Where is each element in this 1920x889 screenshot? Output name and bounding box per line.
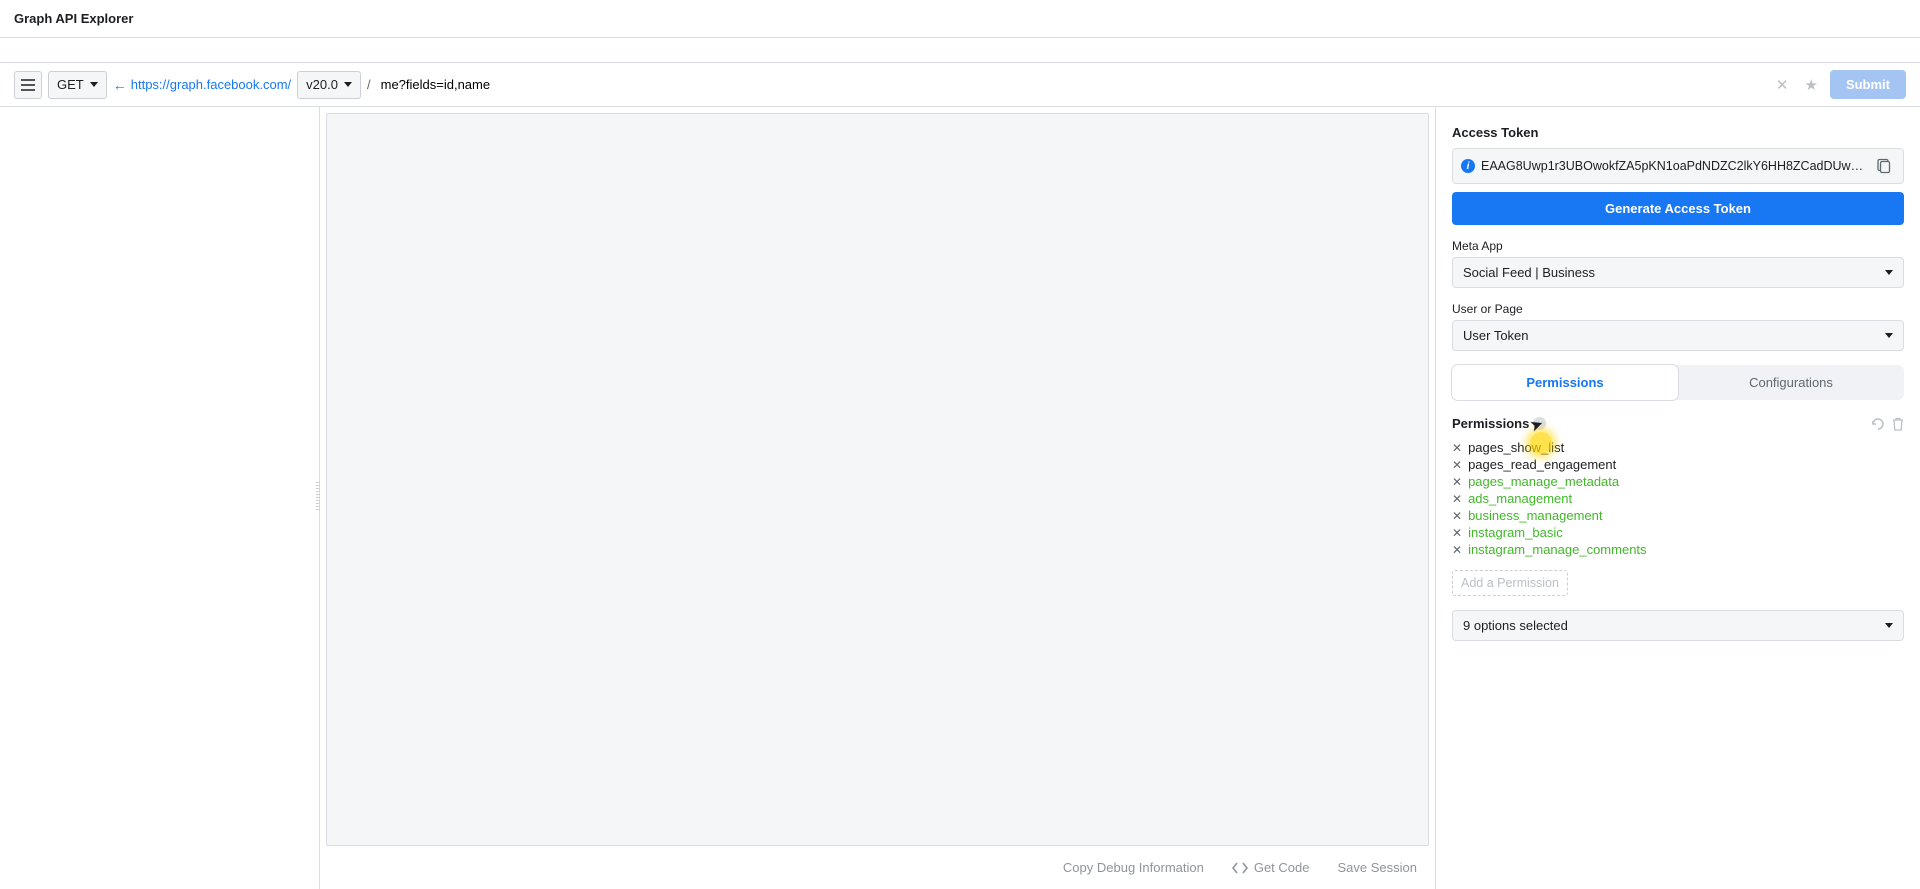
generate-token-button[interactable]: Generate Access Token: [1452, 192, 1904, 225]
hamburger-icon: [21, 79, 35, 91]
user-or-page-select[interactable]: User Token: [1452, 320, 1904, 351]
remove-permission-button[interactable]: ✕: [1452, 543, 1462, 557]
undo-button[interactable]: [1870, 417, 1884, 431]
base-url: ← https://graph.facebook.com/: [113, 77, 291, 93]
permission-item: ✕ instagram_manage_comments: [1452, 541, 1904, 558]
remove-permission-button[interactable]: ✕: [1452, 458, 1462, 472]
remove-permission-button[interactable]: ✕: [1452, 441, 1462, 455]
caret-down-icon: [90, 82, 98, 87]
config-pane: Access Token i EAAG8Uwp1r3UBOwokfZA5pKN1…: [1436, 107, 1920, 889]
tab-permissions[interactable]: Permissions: [1452, 365, 1678, 400]
query-bar: GET ← https://graph.facebook.com/ v20.0 …: [0, 62, 1920, 107]
caret-down-icon: [1885, 333, 1893, 338]
response-footer: Copy Debug Information Get Code Save Ses…: [320, 846, 1435, 889]
permission-item: ✕ pages_manage_metadata: [1452, 473, 1904, 490]
remove-permission-button[interactable]: ✕: [1452, 509, 1462, 523]
api-version-value: v20.0: [306, 77, 338, 92]
http-method-select[interactable]: GET: [48, 71, 107, 99]
permissions-list: ✕pages_show_list✕pages_read_engagement✕p…: [1452, 439, 1904, 558]
fields-pane: [0, 107, 320, 889]
http-method-value: GET: [57, 77, 84, 92]
permission-item: ✕ instagram_basic: [1452, 524, 1904, 541]
spacer: [0, 38, 1920, 62]
permissions-count-value: 9 options selected: [1463, 618, 1568, 633]
path-separator: /: [367, 77, 371, 92]
menu-button[interactable]: [14, 71, 42, 99]
api-version-select[interactable]: v20.0: [297, 71, 361, 99]
remove-permission-button[interactable]: ✕: [1452, 526, 1462, 540]
workspace: Copy Debug Information Get Code Save Ses…: [0, 107, 1920, 889]
add-permission-button[interactable]: Add a Permission: [1452, 570, 1568, 596]
undo-icon: [1870, 417, 1884, 431]
get-code-button[interactable]: Get Code: [1232, 860, 1310, 875]
permissions-label: Permissions: [1452, 416, 1529, 431]
permissions-count-select[interactable]: 9 options selected: [1452, 610, 1904, 641]
favorite-button[interactable]: ★: [1798, 76, 1823, 94]
response-pane: Copy Debug Information Get Code Save Ses…: [320, 107, 1436, 889]
submit-button[interactable]: Submit: [1830, 70, 1906, 99]
user-or-page-value: User Token: [1463, 328, 1529, 343]
permission-item: ✕ ads_management: [1452, 490, 1904, 507]
response-area: [326, 113, 1429, 846]
permission-item: ✕ business_management: [1452, 507, 1904, 524]
meta-app-select[interactable]: Social Feed | Business: [1452, 257, 1904, 288]
remove-permission-button[interactable]: ✕: [1452, 475, 1462, 489]
remove-permission-button[interactable]: ✕: [1452, 492, 1462, 506]
copy-icon: [1877, 158, 1891, 174]
caret-down-icon: [1885, 623, 1893, 628]
clear-permissions-button[interactable]: [1892, 417, 1904, 431]
copy-debug-button[interactable]: Copy Debug Information: [1063, 860, 1204, 875]
permission-name: business_management: [1468, 508, 1602, 523]
trash-icon: [1892, 417, 1904, 431]
info-icon[interactable]: i: [1461, 159, 1475, 173]
permission-name: pages_read_engagement: [1468, 457, 1616, 472]
meta-app-value: Social Feed | Business: [1463, 265, 1595, 280]
arrow-left-icon: ←: [113, 77, 127, 93]
meta-app-label: Meta App: [1452, 239, 1904, 253]
path-input[interactable]: [377, 77, 1766, 92]
tab-configurations[interactable]: Configurations: [1678, 365, 1904, 400]
permissions-header: Permissions i: [1452, 416, 1904, 431]
access-token-label: Access Token: [1452, 125, 1904, 140]
permission-item: ✕pages_show_list: [1452, 439, 1904, 456]
permission-item: ✕ pages_read_engagement: [1452, 456, 1904, 473]
permission-name: ads_management: [1468, 491, 1572, 506]
caret-down-icon: [1885, 270, 1893, 275]
save-session-button[interactable]: Save Session: [1338, 860, 1418, 875]
config-tabs: Permissions Configurations: [1452, 365, 1904, 400]
page-title: Graph API Explorer: [0, 0, 1920, 38]
code-icon: [1232, 862, 1248, 874]
clear-path-button[interactable]: ✕: [1772, 76, 1793, 94]
permission-name: instagram_basic: [1468, 525, 1563, 540]
user-or-page-label: User or Page: [1452, 302, 1904, 316]
access-token-field: i EAAG8Uwp1r3UBOwokfZA5pKN1oaPdNDZC2lkY6…: [1452, 148, 1904, 184]
caret-down-icon: [344, 82, 352, 87]
copy-token-button[interactable]: [1873, 155, 1895, 177]
permission-name: pages_manage_metadata: [1468, 474, 1619, 489]
access-token-value[interactable]: EAAG8Uwp1r3UBOwokfZA5pKN1oaPdNDZC2lkY6HH…: [1481, 159, 1867, 173]
permission-name: instagram_manage_comments: [1468, 542, 1646, 557]
